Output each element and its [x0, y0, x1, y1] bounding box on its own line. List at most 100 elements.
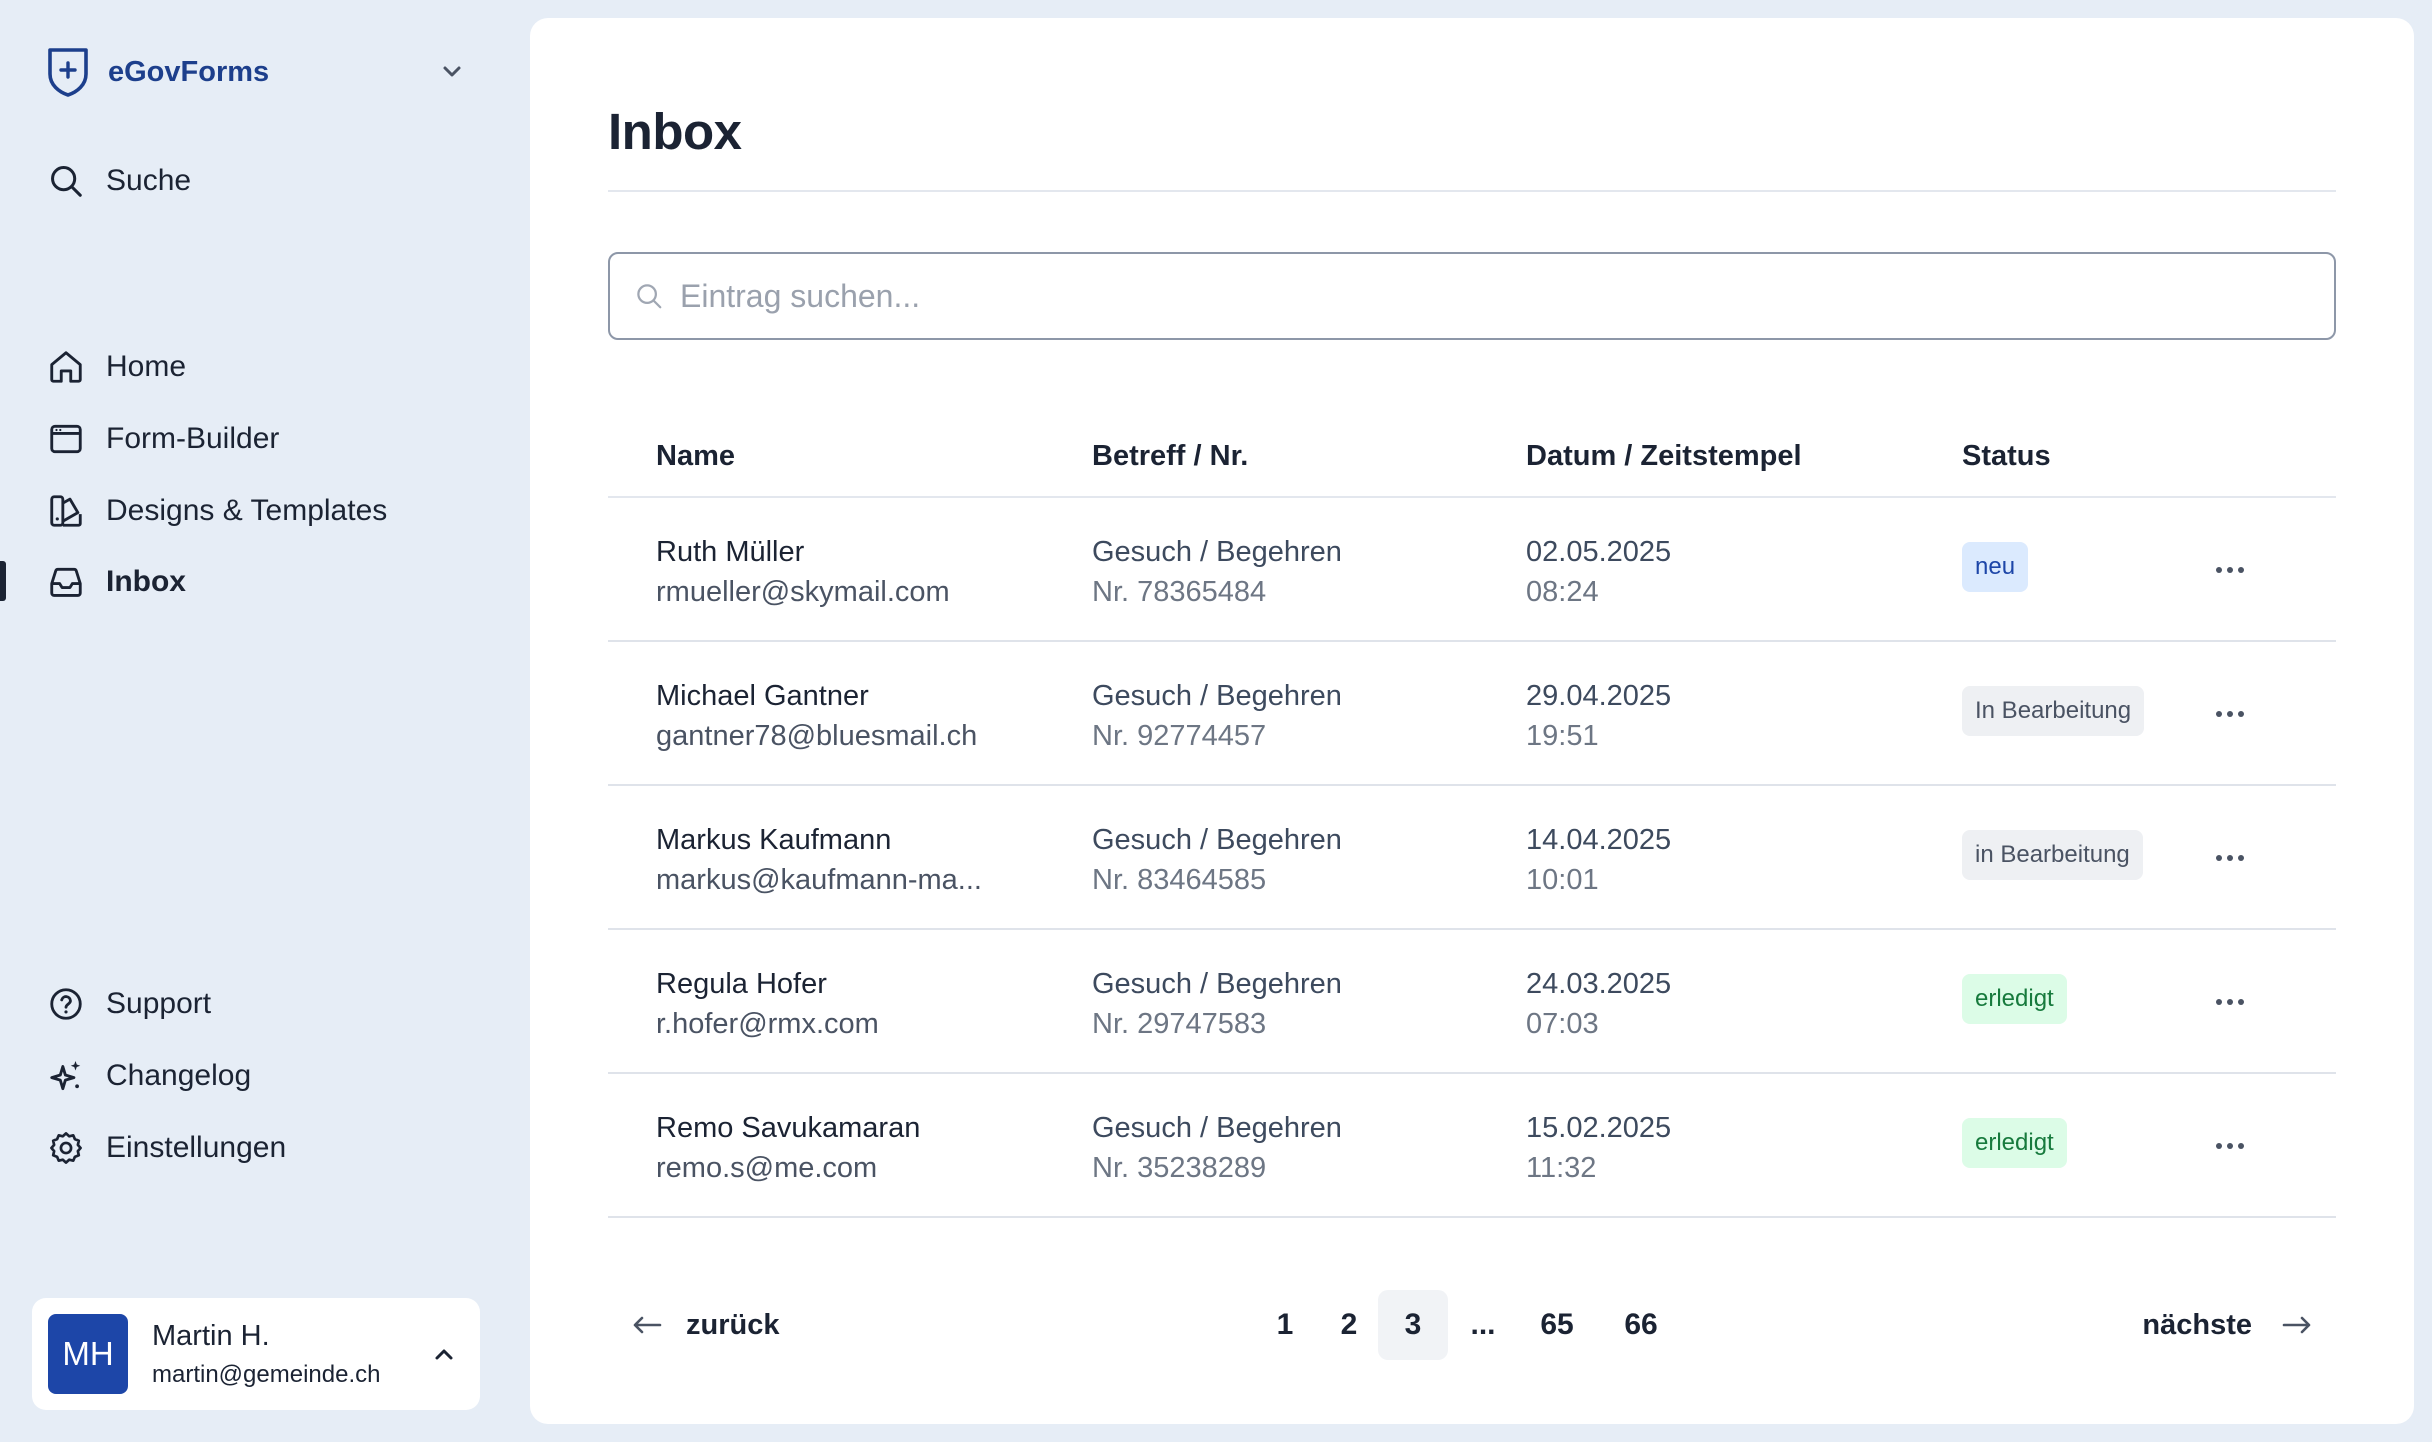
page-link-65[interactable]: 65 — [1522, 1290, 1592, 1360]
status-badge: in Bearbeitung — [1962, 830, 2143, 880]
sender-email: markus@kaufmann-ma... — [656, 864, 982, 896]
table-row[interactable]: Michael Gantner gantner78@bluesmail.ch G… — [608, 642, 2336, 786]
sender-name: Remo Savukamaran — [656, 1112, 921, 1144]
palette-icon — [46, 491, 86, 531]
inbox-icon — [46, 562, 86, 602]
sidebar-item-inbox[interactable]: Inbox — [46, 557, 466, 607]
sparkles-icon — [46, 1056, 86, 1096]
status-badge: In Bearbeitung — [1962, 686, 2145, 736]
chevron-up-icon — [430, 1340, 458, 1368]
subject: Gesuch / Begehren — [1092, 680, 1342, 712]
sender-cell: Markus Kaufmann markus@kaufmann-ma... — [656, 820, 1036, 900]
more-horizontal-icon — [2216, 855, 2244, 861]
row-actions-button[interactable] — [2208, 982, 2252, 1022]
subject: Gesuch / Begehren — [1092, 824, 1342, 856]
previous-page-label: zurück — [686, 1308, 780, 1341]
column-header-name[interactable]: Name — [656, 440, 735, 473]
sidebar-item-label: Home — [106, 350, 187, 383]
column-header-subject[interactable]: Betreff / Nr. — [1092, 440, 1248, 473]
table-row[interactable]: Ruth Müller rmueller@skymail.com Gesuch … — [608, 498, 2336, 642]
arrow-right-icon — [2280, 1313, 2314, 1337]
arrow-left-icon — [630, 1313, 664, 1337]
date-cell: 24.03.2025 07:03 — [1526, 964, 1671, 1044]
app-name: eGovForms — [108, 55, 270, 88]
sidebar-item-search[interactable]: Suche — [46, 156, 466, 206]
user-info: Martin H. martin@gemeinde.ch — [152, 1320, 380, 1389]
sidebar-item-form-builder[interactable]: Form-Builder — [46, 414, 466, 464]
subject-cell: Gesuch / Begehren Nr. 35238289 — [1092, 1108, 1342, 1188]
search-box[interactable] — [608, 252, 2336, 340]
gear-icon — [46, 1128, 86, 1168]
sender-email: r.hofer@rmx.com — [656, 1008, 879, 1040]
column-header-status[interactable]: Status — [1962, 440, 2051, 473]
page-link-66[interactable]: 66 — [1606, 1290, 1676, 1360]
date: 14.04.2025 — [1526, 824, 1672, 856]
table-row[interactable]: Markus Kaufmann markus@kaufmann-ma... Ge… — [608, 786, 2336, 930]
user-email: martin@gemeinde.ch — [152, 1360, 381, 1388]
date: 02.05.2025 — [1526, 536, 1672, 568]
more-horizontal-icon — [2216, 567, 2244, 573]
subject: Gesuch / Begehren — [1092, 536, 1342, 568]
browser-window-icon — [46, 419, 86, 459]
subject-cell: Gesuch / Begehren Nr. 83464585 — [1092, 820, 1342, 900]
date: 29.04.2025 — [1526, 680, 1672, 712]
date: 24.03.2025 — [1526, 968, 1672, 1000]
column-header-date[interactable]: Datum / Zeitstempel — [1526, 440, 1802, 473]
sidebar-item-changelog[interactable]: Changelog — [46, 1051, 466, 1101]
search-icon — [634, 281, 664, 311]
sender-email: rmueller@skymail.com — [656, 576, 950, 608]
sender-name: Michael Gantner — [656, 680, 869, 712]
reference-number: Nr. 35238289 — [1092, 1152, 1267, 1184]
reference-number: Nr. 83464585 — [1092, 864, 1267, 896]
page-link-3-current[interactable]: 3 — [1378, 1290, 1448, 1360]
sidebar: eGovForms Suche Home Form-Builder Design… — [0, 0, 512, 1442]
inbox-table: Name Betreff / Nr. Datum / Zeitstempel S… — [608, 416, 2336, 1218]
sender-cell: Regula Hofer r.hofer@rmx.com — [656, 964, 1036, 1044]
sidebar-item-support[interactable]: Support — [46, 979, 466, 1029]
sidebar-item-home[interactable]: Home — [46, 342, 466, 392]
table-header: Name Betreff / Nr. Datum / Zeitstempel S… — [608, 416, 2336, 498]
date-cell: 29.04.2025 19:51 — [1526, 676, 1671, 756]
table-row[interactable]: Remo Savukamaran remo.s@me.com Gesuch / … — [608, 1074, 2336, 1218]
reference-number: Nr. 78365484 — [1092, 576, 1267, 608]
row-actions-button[interactable] — [2208, 838, 2252, 878]
avatar: MH — [48, 1314, 128, 1394]
date-cell: 02.05.2025 08:24 — [1526, 532, 1671, 612]
status-cell: In Bearbeitung — [1962, 686, 2145, 736]
search-input[interactable] — [680, 277, 2280, 315]
subject: Gesuch / Begehren — [1092, 968, 1342, 1000]
row-actions-button[interactable] — [2208, 694, 2252, 734]
status-cell: erledigt — [1962, 974, 2067, 1024]
sender-email: remo.s@me.com — [656, 1152, 878, 1184]
sidebar-item-label: Designs & Templates — [106, 494, 388, 527]
table-row[interactable]: Regula Hofer r.hofer@rmx.com Gesuch / Be… — [608, 930, 2336, 1074]
status-badge: erledigt — [1962, 974, 2067, 1024]
subject: Gesuch / Begehren — [1092, 1112, 1342, 1144]
sidebar-item-label: Form-Builder — [106, 422, 280, 455]
sender-email: gantner78@bluesmail.ch — [656, 720, 978, 752]
page-link-2[interactable]: 2 — [1314, 1290, 1384, 1360]
workspace-switcher[interactable]: eGovForms — [46, 44, 466, 100]
sidebar-item-designs-templates[interactable]: Designs & Templates — [46, 486, 466, 536]
status-cell: neu — [1962, 542, 2029, 592]
divider — [608, 190, 2336, 192]
help-circle-icon — [46, 984, 86, 1024]
time: 07:03 — [1526, 1008, 1599, 1040]
status-badge: erledigt — [1962, 1118, 2067, 1168]
row-actions-button[interactable] — [2208, 550, 2252, 590]
time: 19:51 — [1526, 720, 1599, 752]
chevron-down-icon — [438, 58, 466, 86]
sidebar-item-label: Inbox — [106, 565, 186, 598]
user-menu[interactable]: MH Martin H. martin@gemeinde.ch — [32, 1298, 480, 1410]
time: 08:24 — [1526, 576, 1599, 608]
sidebar-item-settings[interactable]: Einstellungen — [46, 1123, 466, 1173]
page-ellipsis: ... — [1470, 1308, 1496, 1341]
row-actions-button[interactable] — [2208, 1126, 2252, 1166]
sender-cell: Ruth Müller rmueller@skymail.com — [656, 532, 1036, 612]
previous-page-button[interactable]: zurück — [630, 1300, 779, 1350]
search-icon — [46, 161, 86, 201]
subject-cell: Gesuch / Begehren Nr. 78365484 — [1092, 532, 1342, 612]
page-link-1[interactable]: 1 — [1250, 1290, 1320, 1360]
more-horizontal-icon — [2216, 999, 2244, 1005]
next-page-button[interactable]: nächste — [2142, 1300, 2314, 1350]
